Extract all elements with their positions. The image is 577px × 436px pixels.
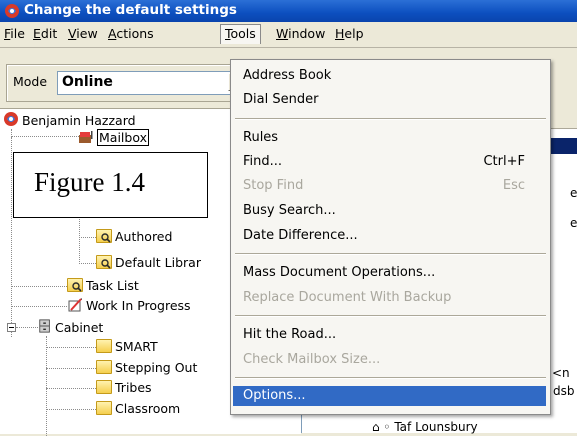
- folder-label: Stepping Out: [115, 360, 198, 375]
- menu-item-date-difference[interactable]: Date Difference...: [243, 226, 539, 246]
- menu-edit[interactable]: Edit: [29, 25, 61, 42]
- list-fragment: dsb: [553, 384, 575, 398]
- menu-bar: File Edit View Actions Tools Window Help: [0, 23, 577, 44]
- work-in-progress-icon: [68, 298, 82, 312]
- list-fragment: ⌂ ◦ Taf Lounsbury: [372, 420, 478, 434]
- tree-item-mailbox[interactable]: Mailbox: [78, 129, 149, 147]
- menu-item-hit-the-road[interactable]: Hit the Road...: [243, 325, 539, 345]
- tree-item-user-label: Benjamin Hazzard: [22, 113, 136, 128]
- find-shortcut: Ctrl+F: [483, 154, 525, 169]
- menu-item-mass-document-operations[interactable]: Mass Document Operations...: [243, 263, 539, 283]
- stop-find-shortcut: Esc: [502, 178, 525, 193]
- menu-window[interactable]: Window: [272, 25, 329, 42]
- tree-item-work-in-progress-label: Work In Progress: [86, 298, 191, 313]
- search-folder-icon: [96, 229, 112, 243]
- tree-item-task-list-label: Task List: [86, 278, 139, 293]
- menu-help[interactable]: Help: [331, 25, 368, 42]
- folder-icon: [96, 380, 112, 394]
- tree-item-default-library-label: Default Librar: [115, 255, 201, 270]
- tree-item-mailbox-label: Mailbox: [97, 129, 149, 146]
- tree-item-folder[interactable]: Stepping Out: [96, 359, 197, 377]
- tree-item-default-library[interactable]: Default Librar: [96, 254, 201, 272]
- menu-item-busy-search[interactable]: Busy Search...: [243, 201, 539, 221]
- mode-selector-group: Mode Online: [6, 64, 248, 102]
- groupwise-user-icon: [4, 112, 18, 126]
- tree-item-authored-label: Authored: [115, 229, 173, 244]
- collapse-toggle[interactable]: [7, 323, 16, 332]
- menu-item-options[interactable]: Options...: [233, 386, 546, 406]
- window-title: Change the default settings: [24, 2, 237, 18]
- menu-item-stop-find: Stop Find Esc: [243, 176, 539, 196]
- menu-item-dial-sender[interactable]: Dial Sender: [243, 90, 539, 110]
- tree-item-folder[interactable]: Classroom: [96, 400, 180, 418]
- tree-item-work-in-progress[interactable]: Work In Progress: [67, 297, 191, 315]
- title-bar: Change the default settings: [0, 0, 577, 22]
- menu-tools[interactable]: Tools: [220, 24, 261, 44]
- menu-actions[interactable]: Actions: [104, 25, 158, 42]
- search-folder-icon: [96, 255, 112, 269]
- menu-separator: [235, 315, 546, 317]
- menu-file[interactable]: File: [0, 25, 29, 42]
- list-fragment: <n: [552, 366, 570, 380]
- list-fragment: e: [570, 216, 577, 230]
- tree-item-user[interactable]: Benjamin Hazzard: [3, 111, 136, 129]
- folder-label: Classroom: [115, 401, 181, 416]
- figure-label-box: Figure 1.4: [13, 152, 208, 218]
- tree-item-folder[interactable]: SMART: [96, 338, 158, 356]
- groupwise-app-icon: [5, 4, 19, 18]
- figure-label: Figure 1.4: [34, 167, 145, 197]
- folder-icon: [96, 360, 112, 374]
- list-fragment: e: [570, 186, 577, 200]
- folder-label: Tribes: [115, 380, 152, 395]
- mode-label: Mode: [13, 74, 48, 89]
- cabinet-icon: [39, 319, 50, 333]
- tree-item-folder[interactable]: Tribes: [96, 379, 152, 397]
- menu-separator: [235, 118, 546, 120]
- menu-item-check-mailbox-size: Check Mailbox Size...: [243, 352, 381, 367]
- menu-item-find[interactable]: Find... Ctrl+F: [243, 152, 539, 172]
- folder-icon: [96, 339, 112, 353]
- tree-item-cabinet-label: Cabinet: [55, 320, 104, 335]
- menu-view[interactable]: View: [64, 25, 102, 42]
- tree-item-authored[interactable]: Authored: [96, 228, 172, 246]
- menu-separator: [235, 377, 546, 379]
- menu-item-address-book[interactable]: Address Book: [243, 66, 539, 86]
- menu-item-rules[interactable]: Rules: [243, 128, 539, 148]
- mode-dropdown[interactable]: Online: [57, 71, 247, 95]
- folder-icon: [96, 401, 112, 415]
- menu-separator: [235, 253, 546, 255]
- tree-item-task-list[interactable]: Task List: [67, 277, 139, 295]
- task-list-icon: [67, 278, 83, 292]
- tools-menu: Address Book Dial Sender Rules Find... Ct…: [230, 59, 551, 415]
- menu-item-replace-document-with-backup: Replace Document With Backup: [243, 290, 452, 305]
- tree-item-cabinet[interactable]: Cabinet: [38, 318, 103, 336]
- folder-label: SMART: [115, 339, 158, 354]
- mailbox-icon: [79, 131, 93, 143]
- mode-value: Online: [62, 74, 113, 90]
